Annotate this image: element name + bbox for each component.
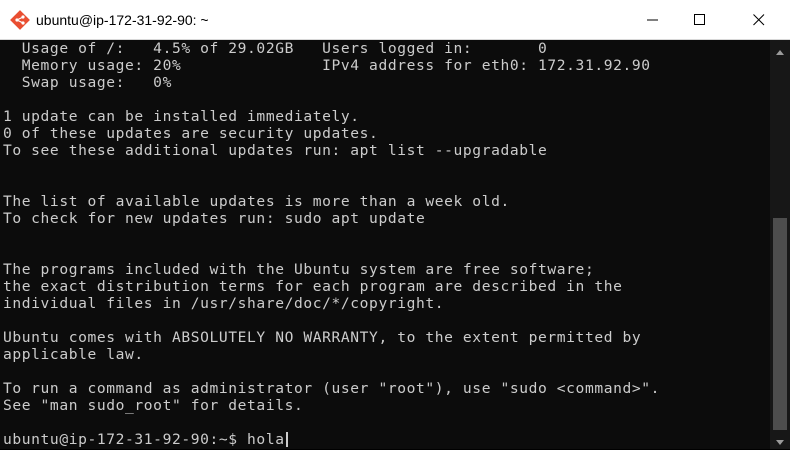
scroll-up-button[interactable] <box>770 40 790 58</box>
close-button[interactable] <box>736 0 782 40</box>
terminal-line: To check for new updates run: sudo apt u… <box>3 210 426 227</box>
prompt-text: ubuntu@ip-172-31-92-90:~$ <box>3 431 248 448</box>
maximize-icon <box>694 11 706 30</box>
terminal-line: 1 update can be installed immediately. <box>3 108 360 125</box>
terminal-line: To run a command as administrator (user … <box>3 380 661 397</box>
vertical-scrollbar[interactable] <box>770 40 790 449</box>
scroll-down-button[interactable] <box>770 431 790 449</box>
title-bar[interactable]: ubuntu@ip-172-31-92-90: ~ <box>0 0 790 40</box>
terminal-line: Ubuntu comes with ABSOLUTELY NO WARRANTY… <box>3 329 642 346</box>
terminal-line: 0 of these updates are security updates. <box>3 125 379 142</box>
git-bash-diamond-icon[interactable] <box>10 10 30 30</box>
scrollbar-thumb[interactable] <box>773 218 787 430</box>
window-title: ubuntu@ip-172-31-92-90: ~ <box>36 12 209 28</box>
minimize-button[interactable] <box>630 0 676 40</box>
scroll-up-arrow-icon <box>776 40 784 59</box>
scroll-down-arrow-icon <box>776 431 784 450</box>
terminal-line: Swap usage: 0% <box>3 74 172 91</box>
close-icon <box>753 11 765 30</box>
command-prompt-line[interactable]: ubuntu@ip-172-31-92-90:~$ hola <box>3 431 288 448</box>
terminal-line: The list of available updates is more th… <box>3 193 510 210</box>
terminal-line: Usage of /: 4.5% of 29.02GB Users logged… <box>3 40 548 57</box>
terminal-line: To see these additional updates run: apt… <box>3 142 548 159</box>
terminal-line: Memory usage: 20% IPv4 address for eth0:… <box>3 57 651 74</box>
text-cursor <box>285 432 288 447</box>
command-input[interactable]: hola <box>247 431 285 448</box>
minimize-icon <box>647 11 659 30</box>
terminal-line: See "man sudo_root" for details. <box>3 397 304 414</box>
terminal-line: individual files in /usr/share/doc/*/cop… <box>3 295 445 312</box>
terminal-output[interactable]: Usage of /: 4.5% of 29.02GB Users logged… <box>0 40 770 449</box>
terminal-line: The programs included with the Ubuntu sy… <box>3 261 595 278</box>
maximize-button[interactable] <box>677 0 723 40</box>
terminal-line: applicable law. <box>3 346 144 363</box>
terminal-line: the exact distribution terms for each pr… <box>3 278 623 295</box>
